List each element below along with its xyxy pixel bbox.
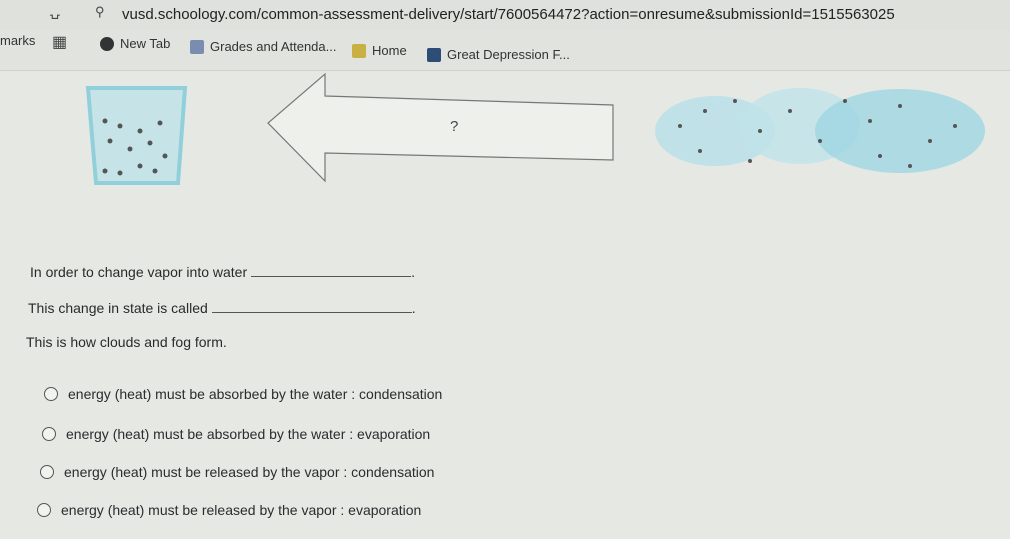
question-line-1: In order to change vapor into water. [30, 264, 416, 280]
answer-blank [211, 312, 412, 313]
site-info-icon[interactable]: ⚲ [95, 4, 105, 20]
arrow-label: ? [450, 118, 458, 135]
option-label: energy (heat) must be released by the va… [64, 464, 435, 480]
address-bar[interactable]: ⍽ ⚲ vusd.schoology.com/common-assessment… [0, 0, 1010, 30]
water-glass-image [85, 86, 188, 185]
answer-option[interactable]: energy (heat) must be released by the va… [37, 502, 421, 518]
radio-button[interactable] [44, 387, 58, 401]
bookmarks-label: marks [0, 33, 36, 48]
bookmark-label: Great Depression F... [447, 47, 570, 62]
option-label: energy (heat) must be absorbed by the wa… [68, 386, 443, 402]
question-area: ? In order to change vapor into water. T… [0, 71, 1010, 539]
left-arrow [267, 72, 614, 183]
grades-icon [190, 39, 204, 54]
option-label: energy (heat) must be released by the va… [61, 502, 422, 518]
bookmark-grades[interactable]: Grades and Attenda... [190, 39, 336, 54]
classroom-icon [352, 43, 366, 58]
option-label: energy (heat) must be absorbed by the wa… [66, 426, 431, 442]
globe-icon [100, 36, 114, 51]
state-change-diagram: ? [85, 72, 985, 185]
bookmark-label: Grades and Attenda... [210, 39, 337, 54]
bookmarks-bar: marks ▦ New Tab Grades and Attenda... Ho… [0, 30, 1010, 71]
bookmark-label: New Tab [120, 36, 171, 51]
bookmark-home[interactable]: Home [352, 43, 407, 58]
radio-button[interactable] [40, 465, 54, 479]
radio-button[interactable] [37, 503, 51, 517]
answer-option[interactable]: energy (heat) must be absorbed by the wa… [44, 386, 442, 402]
answer-option[interactable]: energy (heat) must be released by the va… [40, 464, 434, 480]
site-icon [427, 47, 441, 62]
save-icon[interactable]: ⍽ [50, 4, 60, 20]
question-line-2: This change in state is called. [28, 300, 416, 316]
answer-blank [251, 276, 412, 277]
vapor-cloud-image [655, 88, 985, 173]
answer-option[interactable]: energy (heat) must be absorbed by the wa… [42, 426, 430, 442]
question-text: This change in state is called [28, 300, 208, 316]
radio-button[interactable] [42, 427, 56, 441]
bookmark-label: Home [372, 43, 407, 58]
url-text[interactable]: vusd.schoology.com/common-assessment-del… [122, 6, 895, 23]
question-text: In order to change vapor into water [30, 264, 248, 280]
bookmark-new-tab[interactable]: New Tab [100, 36, 170, 51]
apps-icon[interactable]: ▦ [52, 32, 67, 52]
question-line-3: This is how clouds and fog form. [26, 334, 227, 350]
bookmark-great-depression[interactable]: Great Depression F... [427, 47, 570, 62]
